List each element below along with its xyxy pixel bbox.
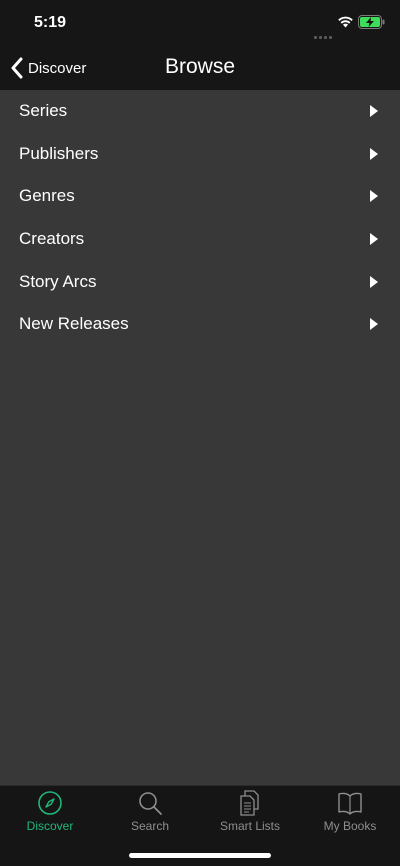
tab-label: Discover xyxy=(26,819,74,833)
disclosure-triangle-icon xyxy=(370,233,378,246)
list-item-label: New Releases xyxy=(19,314,129,334)
magnifier-icon xyxy=(139,792,162,815)
list-item-new-releases[interactable]: New Releases xyxy=(0,303,400,346)
tab-smart-lists[interactable]: Smart Lists xyxy=(200,786,300,836)
list-item-label: Story Arcs xyxy=(19,271,97,291)
documents-icon xyxy=(240,790,259,816)
browse-list: Series Publishers Genres Creators Story … xyxy=(0,90,400,346)
home-indicator[interactable] xyxy=(129,853,271,858)
navigation-bar: Discover Browse xyxy=(0,46,400,90)
tab-discover[interactable]: Discover xyxy=(0,786,100,836)
list-item-publishers[interactable]: Publishers xyxy=(0,133,400,176)
list-item-story-arcs[interactable]: Story Arcs xyxy=(0,260,400,303)
status-bar: 5:19 xyxy=(0,0,400,46)
disclosure-triangle-icon xyxy=(370,318,378,331)
tab-my-books[interactable]: My Books xyxy=(300,786,400,836)
disclosure-triangle-icon xyxy=(370,147,378,160)
disclosure-triangle-icon xyxy=(370,105,378,118)
status-time: 5:19 xyxy=(34,14,67,31)
page-title: Browse xyxy=(164,55,236,78)
tab-search[interactable]: Search xyxy=(100,786,200,836)
wifi-icon xyxy=(338,16,353,28)
tab-label: My Books xyxy=(323,819,377,833)
list-item-label: Creators xyxy=(19,229,85,249)
cellular-signal-icon xyxy=(314,26,334,39)
list-item-label: Genres xyxy=(19,186,75,206)
list-item-series[interactable]: Series xyxy=(0,90,400,133)
disclosure-triangle-icon xyxy=(370,190,378,203)
list-item-creators[interactable]: Creators xyxy=(0,218,400,261)
compass-icon xyxy=(38,791,62,815)
app-screen: 5:19 Discover Browse Series Publishers G… xyxy=(0,0,400,866)
list-item-genres[interactable]: Genres xyxy=(0,175,400,218)
battery-charging-icon xyxy=(358,15,385,29)
disclosure-triangle-icon xyxy=(370,275,378,288)
list-item-label: Publishers xyxy=(19,143,99,163)
tab-label: Smart Lists xyxy=(219,819,280,833)
open-book-icon xyxy=(338,792,362,815)
tab-label: Search xyxy=(130,819,170,833)
list-item-label: Series xyxy=(19,101,68,121)
